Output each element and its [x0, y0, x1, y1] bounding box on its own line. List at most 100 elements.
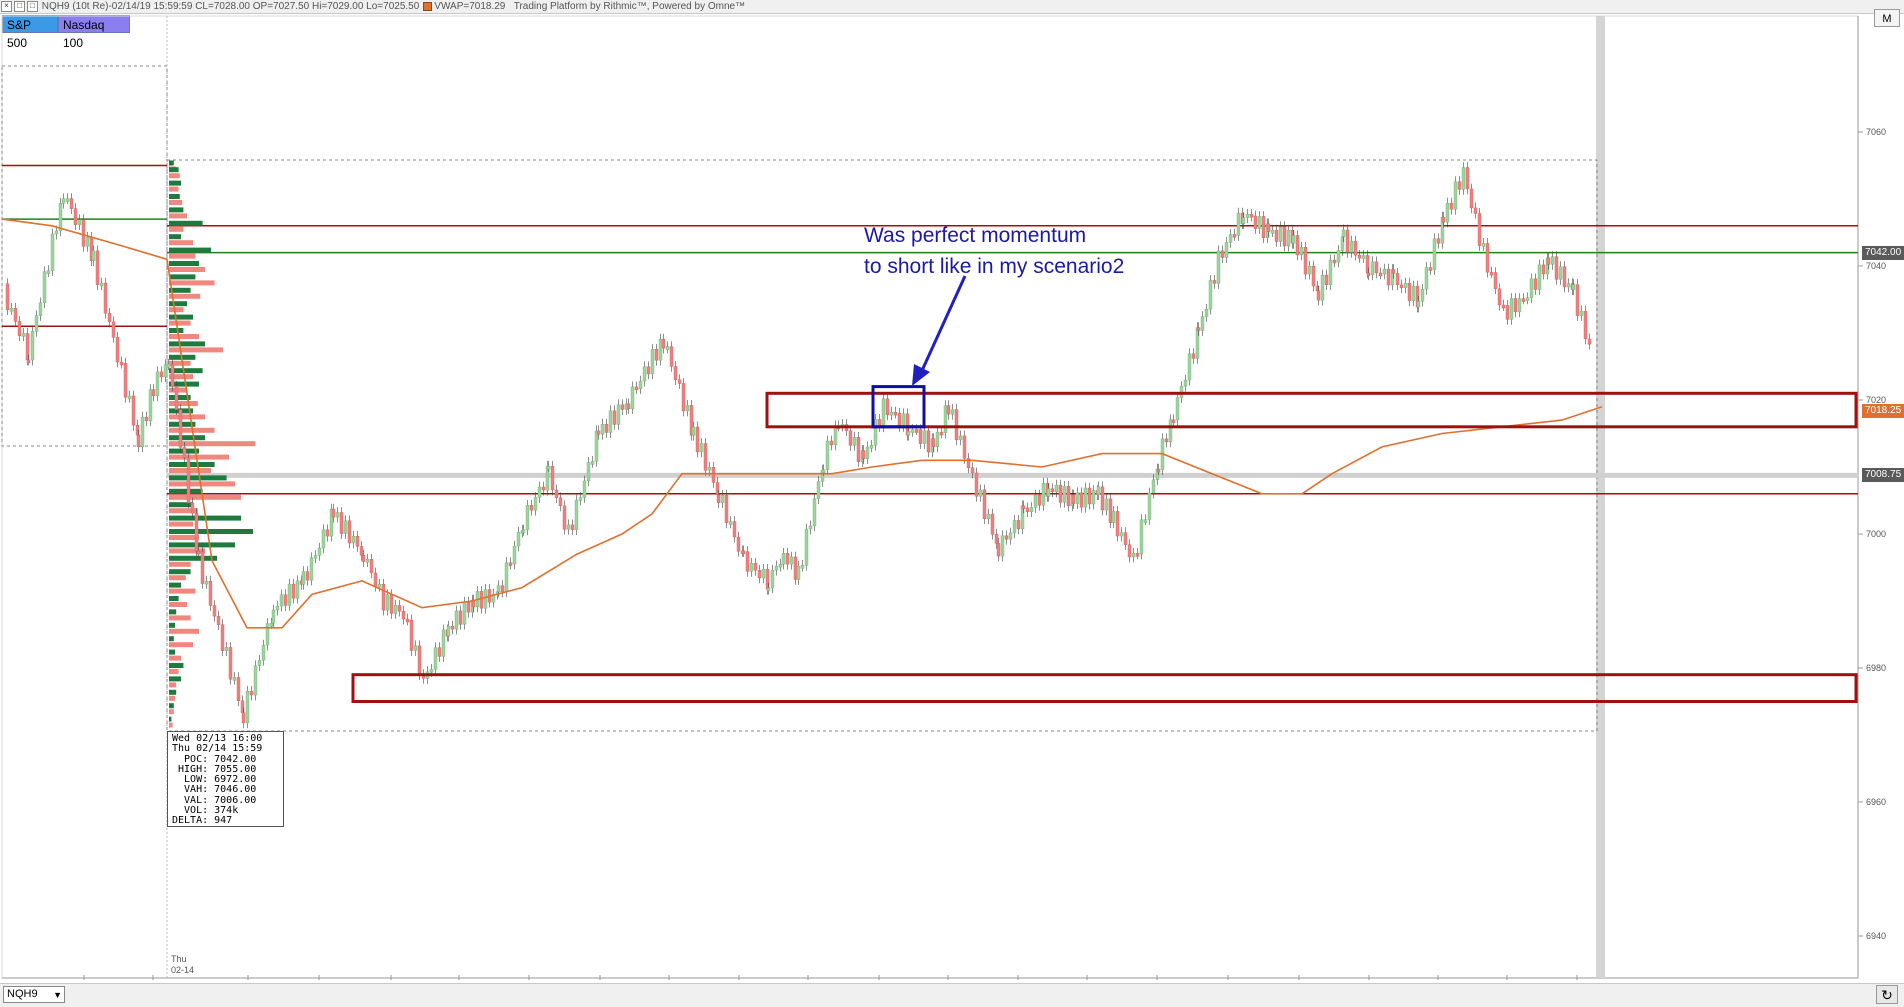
price-tag: 7042.00 [1862, 245, 1904, 260]
profile-bar-buy [169, 529, 253, 534]
candle-down [848, 430, 853, 446]
candle-up [590, 461, 595, 465]
candle-down [550, 465, 555, 491]
candle-up [821, 469, 826, 473]
candle-down [673, 366, 678, 380]
candle-down [885, 398, 890, 416]
candle-up [148, 389, 153, 422]
candle-up [343, 520, 348, 534]
profile-bar-sell [169, 602, 187, 607]
candle-down [401, 610, 406, 620]
candle-down [785, 553, 790, 565]
annotation-line-2: to short like in my scenario2 [864, 255, 1125, 278]
candle-up [825, 440, 830, 470]
chevron-down-icon: ▼ [53, 990, 62, 1000]
profile-bar-buy [169, 274, 196, 280]
candle-down [241, 712, 246, 724]
candle-down [1546, 257, 1551, 265]
candle-up [1187, 353, 1192, 381]
candle-down [1441, 216, 1446, 223]
candle-down [17, 321, 22, 337]
candle-down [1513, 298, 1518, 313]
candle-up [546, 465, 551, 470]
highlight-zone-red [765, 391, 1858, 429]
candle-down [914, 429, 919, 433]
candle-down [458, 610, 463, 625]
annotation-arrowhead-icon [912, 364, 930, 386]
candle-down [745, 551, 750, 572]
profile-bar-sell [169, 267, 205, 272]
profile-bar-sell [169, 575, 186, 581]
candle-up [261, 644, 266, 661]
profile-bar-sell [169, 709, 174, 715]
candle-up [691, 426, 696, 436]
candle-up [616, 404, 621, 425]
candle-down [373, 572, 378, 587]
candle-down [996, 543, 1001, 557]
profile-bar-buy [169, 194, 180, 199]
candle-up [433, 647, 438, 670]
candle-down [1108, 498, 1113, 523]
bottom-toolbar: NQH9 ▼ ↻ [0, 983, 1904, 1007]
candle-up [1270, 230, 1275, 234]
candle-up [1525, 297, 1530, 301]
candle-up [321, 529, 326, 549]
candle-up [586, 462, 591, 482]
candle-up [295, 580, 300, 599]
candle-up [922, 430, 927, 444]
candle-down [1171, 419, 1176, 423]
candle-up [269, 622, 274, 627]
candle-down [1316, 290, 1321, 301]
profile-bar-buy [169, 582, 181, 588]
candle-down [1164, 438, 1169, 443]
candle-down [753, 563, 758, 571]
candle-up [833, 425, 838, 446]
candle-down [5, 283, 10, 310]
candle-down [974, 472, 979, 497]
candle-down [724, 495, 729, 524]
candle-down [283, 594, 288, 606]
candle-up [77, 219, 82, 225]
candle-up [935, 431, 940, 448]
candle-down [417, 645, 422, 675]
refresh-button[interactable]: ↻ [1876, 985, 1898, 1004]
candle-down [711, 467, 716, 483]
candle-down [389, 594, 394, 614]
price-chart[interactable]: 694069606980700070207040706015:0415:5509… [0, 0, 1904, 983]
candle-down [1345, 229, 1350, 253]
candle-up [1096, 486, 1101, 495]
profile-bar-sell [169, 655, 181, 661]
symbol-selector[interactable]: NQH9 ▼ [3, 986, 65, 1003]
candle-up [766, 587, 771, 592]
candle-up [574, 499, 579, 530]
session-label: Thu [171, 954, 187, 964]
candle-up [140, 416, 145, 447]
candle-up [516, 531, 521, 547]
candle-down [200, 551, 205, 584]
candle-up [1008, 532, 1013, 540]
candle-down [1332, 259, 1337, 264]
candle-up [257, 660, 262, 666]
candle-down [926, 430, 931, 453]
candle-up [1143, 519, 1148, 523]
candle-down [1357, 254, 1362, 259]
candle-up [9, 308, 14, 312]
candle-up [1245, 214, 1250, 218]
profile-bar-sell [169, 200, 183, 205]
candle-up [91, 250, 96, 261]
candle-down [1533, 278, 1538, 290]
candle-down [190, 502, 195, 514]
candle-down [1554, 256, 1559, 280]
candle-up [301, 571, 306, 585]
candle-up [1200, 316, 1205, 331]
candle-up [351, 535, 356, 544]
profile-bar-buy [169, 676, 181, 682]
candle-down [793, 556, 798, 580]
candle-down [136, 434, 141, 447]
candle-up [253, 665, 258, 696]
candle-down [216, 615, 221, 625]
candle-up [1111, 511, 1116, 523]
candle-down [1562, 266, 1567, 288]
candle-down [1449, 202, 1454, 210]
profile-bar-sell [169, 226, 184, 232]
